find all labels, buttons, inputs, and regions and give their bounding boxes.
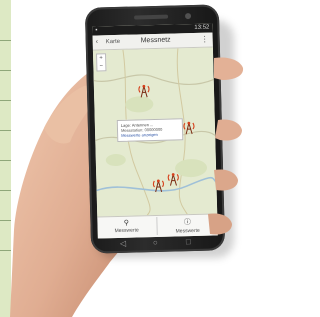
photo-scene: ▪ 13:52 ‹ Karte Messnetz ⋮ + − Lage: Ant… bbox=[0, 0, 249, 317]
hand-fingers bbox=[208, 57, 244, 235]
